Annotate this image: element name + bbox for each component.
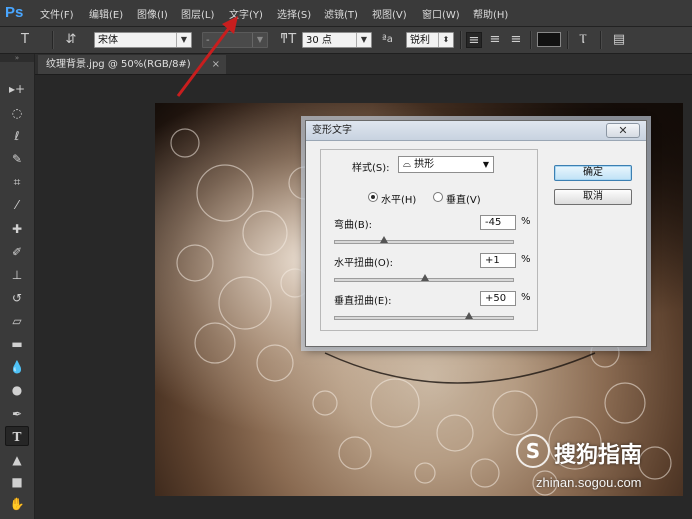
vertical-distort-label: 垂直扭曲(E): — [334, 296, 392, 307]
font-size-icon: ͳT — [279, 32, 297, 47]
healing-brush-tool-icon[interactable]: ✚ — [5, 219, 29, 239]
eyedropper-tool-icon[interactable]: ⁄ — [5, 195, 29, 215]
move-tool-icon[interactable]: ▸+ — [5, 79, 29, 99]
type-tool-preset-icon[interactable]: T — [16, 32, 34, 48]
dodge-tool-icon[interactable]: ● — [5, 380, 29, 400]
watermark-text: 搜狗指南 — [554, 443, 643, 468]
marquee-tool-icon[interactable]: ◌ — [5, 103, 29, 123]
brush-tool-icon[interactable]: ✐ — [5, 242, 29, 262]
menu-filter[interactable]: 滤镜(T) — [324, 6, 358, 21]
font-size-select[interactable]: 30 点 ▼ — [302, 32, 372, 48]
tools-panel: » ▸+ ◌ ℓ ✎ ⌗ ⁄ ✚ ✐ ⊥ ↺ ▱ ▬ 💧 ● ✒ T ▲ ■ ✋ — [0, 54, 35, 519]
path-select-tool-icon[interactable]: ▲ — [5, 450, 29, 470]
warp-text-dialog: 变形文字 ✕ 样式(S): ⌓ 拱形 ▼ 水平(H) 垂直(V) 弯曲(B): … — [305, 120, 647, 347]
antialias-value: 锐利 — [410, 35, 430, 46]
menu-image[interactable]: 图像(I) — [137, 6, 168, 21]
toggle-orientation-icon[interactable]: ⇵ — [62, 32, 80, 48]
sogou-logo-icon: S — [516, 434, 550, 468]
crop-tool-icon[interactable]: ⌗ — [5, 172, 29, 192]
chevron-updown-icon: ⬍ — [438, 33, 453, 47]
chevron-down-icon: ▼ — [356, 33, 371, 47]
document-tab-bar: 纹理背景.jpg @ 50%(RGB/8#) × — [34, 54, 692, 75]
type-tool-icon[interactable]: T — [5, 426, 29, 446]
bend-unit: % — [521, 216, 531, 227]
font-family-value: 宋体 — [98, 35, 118, 46]
watermark-url: zhinan.sogou.com — [536, 475, 642, 490]
horizontal-label: 水平(H) — [381, 195, 417, 206]
hand-tool-icon[interactable]: ✋ — [5, 494, 29, 514]
menu-window[interactable]: 窗口(W) — [422, 6, 460, 21]
ok-button[interactable]: 确定 — [554, 165, 632, 181]
bend-slider[interactable] — [334, 236, 514, 244]
font-size-value: 30 点 — [306, 35, 332, 46]
character-panel-icon[interactable]: ▤ — [610, 32, 628, 48]
menu-view[interactable]: 视图(V) — [372, 6, 407, 21]
annotation-arrow-icon — [176, 16, 238, 97]
dialog-close-button[interactable]: ✕ — [606, 123, 640, 138]
history-brush-tool-icon[interactable]: ↺ — [5, 288, 29, 308]
horizontal-distort-input[interactable]: +1 — [480, 253, 516, 268]
menu-bar: Ps 文件(F) 编辑(E) 图像(I) 图层(L) 文字(Y) 选择(S) 滤… — [0, 0, 692, 27]
divider — [52, 31, 54, 49]
text-color-swatch[interactable] — [537, 32, 561, 47]
antialias-icon: ªa — [382, 34, 393, 45]
divider — [460, 31, 462, 49]
warp-text-icon[interactable]: Ⲧ — [574, 32, 592, 48]
horizontal-distort-label: 水平扭曲(O): — [334, 258, 394, 269]
align-center-icon[interactable]: ≡ — [487, 32, 503, 48]
horizontal-distort-unit: % — [521, 254, 531, 265]
arc-style-icon: ⌓ — [403, 159, 411, 170]
style-select[interactable]: ⌓ 拱形 ▼ — [398, 156, 494, 173]
divider — [600, 31, 602, 49]
dialog-title: 变形文字 — [306, 121, 646, 141]
align-right-icon[interactable]: ≡ — [508, 32, 524, 48]
horizontal-radio[interactable] — [368, 192, 378, 202]
menu-help[interactable]: 帮助(H) — [473, 6, 508, 21]
vertical-label: 垂直(V) — [446, 195, 481, 206]
document-tab-title: 纹理背景.jpg @ 50%(RGB/8#) — [46, 59, 191, 70]
chevron-down-icon: ▼ — [252, 33, 267, 47]
shape-tool-icon[interactable]: ■ — [5, 472, 29, 492]
style-label: 样式(S): — [352, 163, 390, 174]
antialias-select[interactable]: 锐利 ⬍ — [406, 32, 454, 48]
stamp-tool-icon[interactable]: ⊥ — [5, 265, 29, 285]
vertical-distort-slider[interactable] — [334, 312, 514, 320]
blur-tool-icon[interactable]: 💧 — [5, 357, 29, 377]
align-left-icon[interactable]: ≡ — [466, 32, 482, 48]
gradient-tool-icon[interactable]: ▬ — [5, 334, 29, 354]
divider — [567, 31, 569, 49]
style-value: 拱形 — [414, 159, 435, 170]
horizontal-distort-slider[interactable] — [334, 274, 514, 282]
cancel-button[interactable]: 取消 — [554, 189, 632, 205]
menu-edit[interactable]: 编辑(E) — [89, 6, 123, 21]
pen-tool-icon[interactable]: ✒ — [5, 404, 29, 424]
slider-thumb-icon[interactable] — [464, 312, 473, 319]
vertical-distort-input[interactable]: +50 — [480, 291, 516, 306]
menu-file[interactable]: 文件(F) — [40, 6, 74, 21]
vertical-distort-unit: % — [521, 292, 531, 303]
bend-label: 弯曲(B): — [334, 220, 373, 231]
quick-select-tool-icon[interactable]: ✎ — [5, 149, 29, 169]
chevron-down-icon: ▼ — [482, 160, 489, 169]
photoshop-logo: Ps — [5, 4, 24, 21]
bend-input[interactable]: -45 — [480, 215, 516, 230]
panel-collapse-icon[interactable]: » — [0, 54, 34, 62]
menu-select[interactable]: 选择(S) — [277, 6, 311, 21]
slider-thumb-icon[interactable] — [379, 236, 388, 243]
slider-thumb-icon[interactable] — [420, 274, 429, 281]
vertical-radio[interactable] — [433, 192, 443, 202]
lasso-tool-icon[interactable]: ℓ — [5, 126, 29, 146]
eraser-tool-icon[interactable]: ▱ — [5, 311, 29, 331]
divider — [530, 31, 532, 49]
options-bar: T ⇵ 宋体 ▼ - ▼ ͳT 30 点 ▼ ªa 锐利 ⬍ ≡ ≡ ≡ Ⲧ ▤ — [0, 27, 692, 54]
